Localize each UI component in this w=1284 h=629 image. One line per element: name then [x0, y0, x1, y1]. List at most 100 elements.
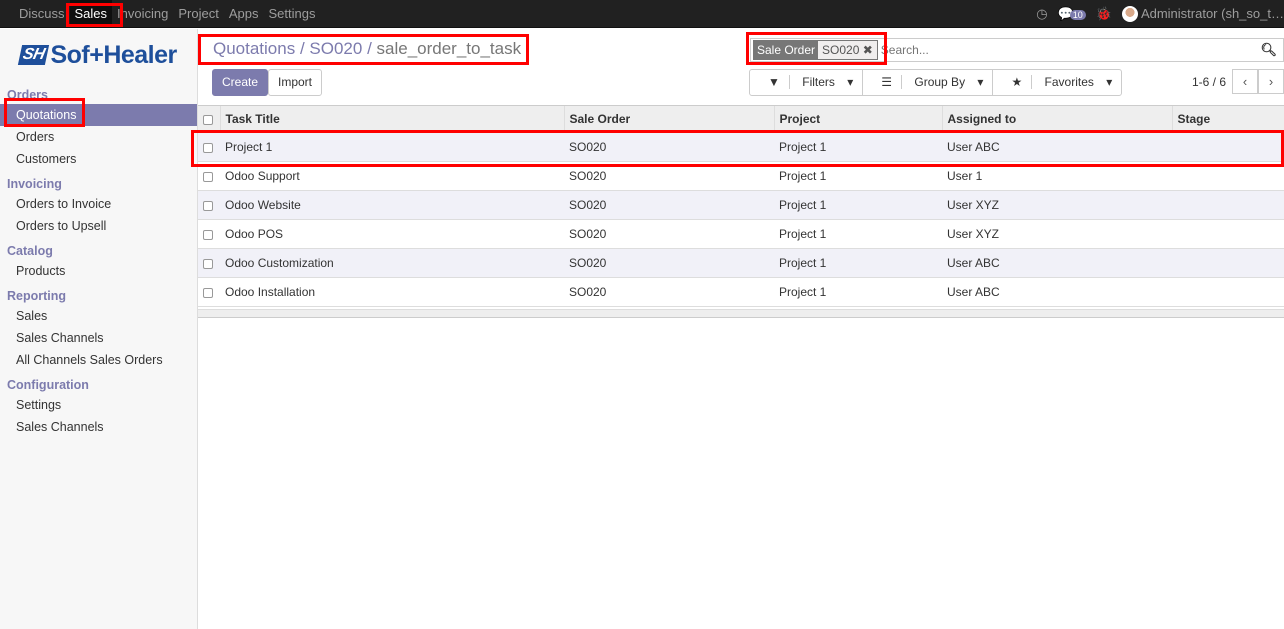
star-icon: ★	[1002, 75, 1033, 89]
cell-project: Project 1	[774, 132, 942, 162]
cell-task-title: Odoo POS	[220, 219, 564, 249]
cell-sale-order: SO020	[564, 277, 774, 307]
column-header-sale-order[interactable]: Sale Order	[563, 105, 774, 133]
pager: 1-6 / 6 ‹ ›	[1192, 69, 1284, 94]
menu-project[interactable]: Project	[173, 0, 223, 28]
group-by-button[interactable]: ☰ Group By ▾	[863, 70, 994, 95]
pager-previous-button[interactable]: ‹	[1232, 69, 1258, 94]
cell-task-title: Project 1	[220, 132, 564, 162]
sidebar-item-orders-to-upsell[interactable]: Orders to Upsell	[0, 215, 197, 237]
menu-invoicing[interactable]: Invoicing	[112, 0, 173, 28]
search-facet: Sale Order SO020 ✖	[753, 40, 878, 60]
remove-facet-icon[interactable]: ✖	[863, 43, 873, 57]
cell-sale-order: SO020	[564, 219, 774, 249]
cell-sale-order: SO020	[564, 161, 774, 191]
debug-bug-icon[interactable]: 🐞	[1096, 6, 1112, 22]
cell-assigned-to: User ABC	[942, 277, 1172, 307]
sidebar-section-catalog: Catalog	[7, 244, 53, 258]
cell-sale-order: SO020	[564, 248, 774, 278]
menu-settings[interactable]: Settings	[263, 0, 320, 28]
breadcrumb-current: sale_order_to_task	[376, 39, 522, 58]
cell-stage	[1172, 161, 1284, 191]
cell-project: Project 1	[774, 277, 942, 307]
column-header-assigned-to[interactable]: Assigned to	[941, 105, 1172, 133]
sidebar-section-invoicing: Invoicing	[7, 177, 62, 191]
menu-sales[interactable]: Sales	[69, 0, 113, 28]
search-icon[interactable]: 🔍︎	[1260, 42, 1277, 58]
sidebar-item-sales-channels[interactable]: Sales Channels	[0, 416, 197, 438]
sidebar-item-sales-channels[interactable]: Sales Channels	[0, 327, 197, 349]
message-count-badge: 10	[1069, 10, 1086, 20]
search-input[interactable]	[877, 43, 1261, 57]
row-checkbox[interactable]	[203, 258, 213, 269]
cell-project: Project 1	[774, 190, 942, 220]
import-button[interactable]: Import	[268, 69, 323, 96]
sidebar: SH Sof+Healer Orders Quotations Orders Custo…	[0, 29, 198, 629]
table-row[interactable]: Odoo Website SO020 Project 1 User XYZ	[198, 190, 1284, 220]
control-panel: Quotations / SO020 / sale_order_to_task …	[198, 29, 1284, 105]
cell-stage	[1172, 132, 1284, 162]
create-button[interactable]: Create	[212, 69, 269, 96]
user-name: Administrator (sh_so_t…	[1140, 5, 1284, 21]
cell-assigned-to: User 1	[942, 161, 1172, 191]
cell-project: Project 1	[774, 248, 942, 278]
cell-assigned-to: User XYZ	[942, 219, 1172, 249]
cell-task-title: Odoo Installation	[220, 277, 564, 307]
sidebar-section-reporting: Reporting	[7, 289, 67, 303]
row-checkbox[interactable]	[203, 142, 213, 153]
breadcrumb: Quotations / SO020 / sale_order_to_task	[213, 39, 522, 58]
table-row[interactable]: Odoo Support SO020 Project 1 User 1	[198, 161, 1284, 191]
search-bar: Sale Order SO020 ✖ 🔍︎	[750, 38, 1284, 62]
row-checkbox[interactable]	[203, 200, 213, 211]
list-icon: ☰	[872, 75, 903, 89]
select-all-checkbox[interactable]	[203, 114, 213, 125]
table-row[interactable]: Odoo Installation SO020 Project 1 User ABC	[198, 277, 1284, 307]
filter-icon: ▼	[759, 75, 790, 89]
pager-next-button[interactable]: ›	[1258, 69, 1284, 94]
column-header-project[interactable]: Project	[773, 105, 942, 133]
cell-project: Project 1	[774, 161, 942, 191]
cell-sale-order: SO020	[564, 132, 774, 162]
cell-assigned-to: User XYZ	[942, 190, 1172, 220]
breadcrumb-so020[interactable]: SO020	[309, 39, 362, 58]
sidebar-item-products[interactable]: Products	[0, 260, 197, 282]
table-row[interactable]: Odoo Customization SO020 Project 1 User ABC	[198, 248, 1284, 278]
sidebar-item-all-channels-sales-orders[interactable]: All Channels Sales Orders	[0, 349, 197, 371]
row-checkbox[interactable]	[203, 229, 213, 240]
menu-discuss[interactable]: Discuss	[14, 0, 70, 28]
sidebar-item-customers[interactable]: Customers	[0, 148, 197, 170]
task-list-table: Task Title Sale Order Project Assigned to St…	[198, 105, 1284, 307]
table-row[interactable]: Odoo POS SO020 Project 1 User XYZ	[198, 219, 1284, 249]
sidebar-item-quotations[interactable]: Quotations	[0, 104, 197, 126]
sidebar-item-orders[interactable]: Orders	[0, 126, 197, 148]
sidebar-item-orders-to-invoice[interactable]: Orders to Invoice	[0, 193, 197, 215]
user-menu[interactable]: Administrator (sh_so_t…	[1121, 5, 1284, 23]
filters-button[interactable]: ▼ Filters ▾	[750, 70, 864, 95]
cell-task-title: Odoo Support	[220, 161, 564, 191]
table-row[interactable]: Project 1 SO020 Project 1 User ABC	[198, 132, 1284, 162]
column-header-stage[interactable]: Stage	[1171, 105, 1284, 133]
cell-stage	[1172, 248, 1284, 278]
cell-project: Project 1	[774, 219, 942, 249]
facet-value: SO020 ✖	[818, 41, 877, 59]
breadcrumb-quotations[interactable]: Quotations	[213, 39, 295, 58]
menu-apps[interactable]: Apps	[224, 0, 264, 28]
cell-task-title: Odoo Customization	[220, 248, 564, 278]
favorites-button[interactable]: ★ Favorites ▾	[993, 70, 1121, 95]
row-checkbox[interactable]	[203, 171, 213, 182]
sidebar-item-sales[interactable]: Sales	[0, 305, 197, 327]
clock-icon[interactable]: ◷	[1036, 6, 1047, 22]
top-navbar: Discuss Sales Invoicing Project Apps Settings…	[0, 0, 1284, 28]
avatar	[1121, 6, 1138, 23]
cell-task-title: Odoo Website	[220, 190, 564, 220]
sidebar-section-orders: Orders	[7, 88, 48, 102]
row-checkbox[interactable]	[203, 287, 213, 298]
cell-stage	[1172, 219, 1284, 249]
cell-assigned-to: User ABC	[942, 132, 1172, 162]
sidebar-section-configuration: Configuration	[7, 378, 89, 392]
sidebar-item-settings[interactable]: Settings	[0, 394, 197, 416]
cell-assigned-to: User ABC	[942, 248, 1172, 278]
messages-icon[interactable]: 💬10	[1058, 6, 1086, 22]
pager-value[interactable]: 1-6 / 6	[1192, 75, 1226, 89]
column-header-task-title[interactable]: Task Title	[219, 105, 564, 133]
